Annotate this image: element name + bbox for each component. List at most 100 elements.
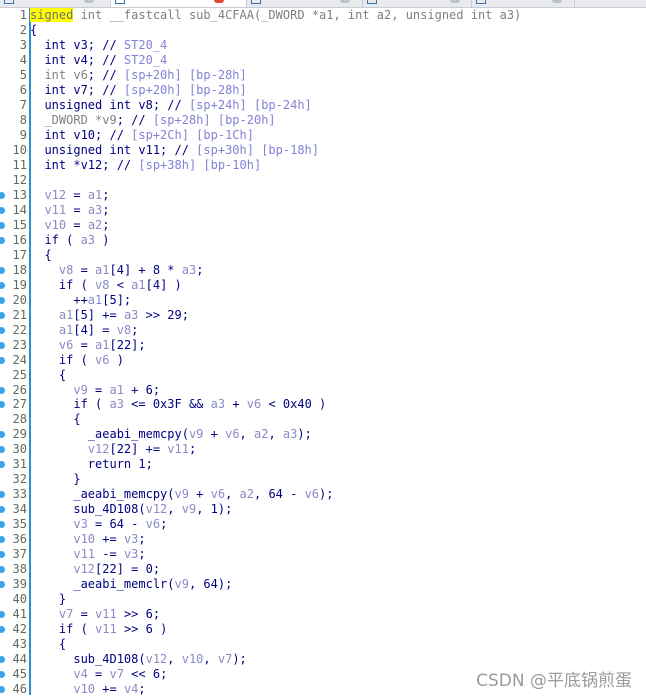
code-line[interactable]: 34 sub_4D108(v12, v9, 1);: [0, 502, 646, 517]
code-token: [4] ): [145, 277, 182, 292]
line-number: 15: [12, 217, 27, 232]
code-token: , 1);: [196, 502, 233, 517]
code-line[interactable]: 33 _aeabi_memcpy(v9 + v6, a2, 64 - v6);: [0, 487, 646, 502]
line-number: 42: [12, 622, 27, 637]
code-line[interactable]: 35 v3 = 64 - v6;: [0, 517, 646, 532]
code-line[interactable]: 30 v12[22] += v11;: [0, 442, 646, 457]
code-line[interactable]: 39 _aeabi_memclr(v9, 64);: [0, 577, 646, 592]
code-line[interactable]: 17 {: [0, 248, 646, 263]
code-token: +: [188, 487, 211, 502]
code-line[interactable]: 26 v9 = a1 + 6;: [0, 383, 646, 398]
line-number: 23: [12, 337, 27, 352]
variable-token: v6: [304, 487, 320, 502]
code-token: =: [66, 202, 88, 217]
variable-token: v6: [95, 352, 110, 367]
code-line[interactable]: 19 if ( v8 < a1[4] ): [0, 278, 646, 293]
code-line[interactable]: 5 int v6; // [sp+20h] [bp-28h]: [0, 68, 646, 83]
code-text: sub_4D108(v12, v10, v7);: [30, 652, 246, 667]
code-line[interactable]: 10 unsigned int v11; // [sp+30h] [bp-18h…: [0, 143, 646, 158]
close-icon[interactable]: [214, 0, 224, 3]
code-token: >> 29;: [138, 307, 189, 322]
code-line[interactable]: 23 v6 = a1[22];: [0, 338, 646, 353]
code-token: +: [203, 427, 226, 442]
code-line[interactable]: 8 _DWORD *v9; // [sp+28h] [bp-20h]: [0, 113, 646, 128]
code-line[interactable]: 42 if ( v11 >> 6 ): [0, 622, 646, 637]
code-line[interactable]: 7 unsigned int v8; // [sp+24h] [bp-24h]: [0, 98, 646, 113]
code-text: v6 = a1[22];: [30, 338, 146, 353]
tab[interactable]: [363, 0, 472, 7]
tab[interactable]: [247, 0, 363, 7]
tab[interactable]: [472, 0, 575, 7]
code-line[interactable]: 43 {: [0, 637, 646, 652]
code-text: unsigned int v8; // [sp+24h] [bp-24h]: [30, 98, 311, 113]
code-text: int v10; // [sp+2Ch] [bp-1Ch]: [30, 128, 254, 143]
code-text: unsigned int v11; // [sp+30h] [bp-18h]: [30, 143, 319, 158]
code-line[interactable]: 40 }: [0, 592, 646, 607]
code-line[interactable]: 32 }: [0, 472, 646, 487]
code-line[interactable]: 13 v12 = a1;: [0, 188, 646, 203]
pseudocode-editor[interactable]: 1 signed int __fastcall sub_4CFAA(_DWORD …: [0, 8, 646, 696]
code-line[interactable]: 29 _aeabi_memcpy(v9 + v6, a2, a3);: [0, 427, 646, 442]
code-line[interactable]: 22 a1[4] = v8;: [0, 323, 646, 338]
code-line[interactable]: 18 v8 = a1[4] + 8 * a3;: [0, 263, 646, 278]
code-token: ; //: [87, 67, 124, 82]
code-token: return 1;: [30, 457, 153, 472]
code-line[interactable]: 4 int v4; // ST20_4: [0, 53, 646, 68]
code-token: [22] = 0;: [95, 562, 161, 577]
code-token: [5];: [102, 292, 132, 307]
code-line[interactable]: 11 int *v12; // [sp+38h] [bp-10h]: [0, 158, 646, 173]
variable-token: v6: [145, 517, 161, 532]
variable-token: v12: [145, 652, 168, 667]
code-line[interactable]: 3 int v3; // ST20_4: [0, 38, 646, 53]
line-number: 4: [19, 52, 27, 67]
variable-token: v9: [73, 382, 88, 397]
code-line[interactable]: 14 v11 = a3;: [0, 203, 646, 218]
code-line[interactable]: 12: [0, 173, 646, 188]
code-line[interactable]: 31 return 1;: [0, 457, 646, 472]
close-icon[interactable]: [552, 0, 562, 3]
tab[interactable]: [0, 0, 111, 7]
code-line[interactable]: 36 v10 += v3;: [0, 532, 646, 547]
close-icon[interactable]: [450, 0, 460, 3]
code-token: _aeabi_memclr(: [30, 577, 175, 592]
code-token: +: [225, 397, 247, 412]
code-line[interactable]: 41 v7 = v11 >> 6;: [0, 607, 646, 622]
variable-token: a3: [123, 307, 139, 322]
view-icon: [367, 0, 377, 4]
code-line[interactable]: 38 v12[22] = 0;: [0, 562, 646, 577]
code-token: =: [73, 337, 96, 352]
code-line[interactable]: 44 sub_4D108(v12, v10, v7);: [0, 652, 646, 667]
code-line[interactable]: 9 int v10; // [sp+2Ch] [bp-1Ch]: [0, 128, 646, 143]
code-token: _aeabi_memcpy(: [30, 427, 189, 442]
code-text: {: [30, 248, 51, 263]
code-line[interactable]: 28 {: [0, 412, 646, 427]
code-line[interactable]: 1 signed int __fastcall sub_4CFAA(_DWORD …: [0, 8, 646, 23]
code-token: [22] +=: [109, 442, 168, 457]
tab-pseudocode[interactable]: [111, 0, 247, 7]
line-number: 36: [12, 532, 27, 547]
code-line[interactable]: 2{: [0, 23, 646, 38]
code-line[interactable]: 25 {: [0, 368, 646, 383]
code-line[interactable]: 16 if ( a3 ): [0, 233, 646, 248]
code-text: int v6; // [sp+20h] [bp-28h]: [30, 67, 246, 83]
code-line[interactable]: 27 if ( a3 <= 0x3F && a3 + v6 < 0x40 ): [0, 397, 646, 412]
variable-token: v7: [109, 667, 124, 682]
code-line[interactable]: 37 v11 -= v3;: [0, 547, 646, 562]
close-icon[interactable]: [84, 0, 94, 3]
close-icon[interactable]: [340, 0, 350, 3]
code-line[interactable]: 21 a1[5] += a3 >> 29;: [0, 308, 646, 323]
code-token: =: [87, 667, 110, 682]
code-text: v10 += v3;: [30, 532, 145, 547]
code-text: a1[4] = v8;: [30, 323, 139, 338]
code-line[interactable]: 6 int v7; // [sp+20h] [bp-28h]: [0, 83, 646, 98]
code-line[interactable]: 24 if ( v6 ): [0, 353, 646, 368]
code-line[interactable]: 20 ++a1[5];: [0, 293, 646, 308]
variable-token: v12: [73, 562, 96, 577]
code-token: if (: [30, 277, 96, 292]
tab-bar: [0, 0, 646, 8]
line-number: 24: [12, 352, 27, 367]
comment-token: [sp+30h] [bp-18h]: [196, 142, 319, 157]
code-line[interactable]: 15 v10 = a2;: [0, 218, 646, 233]
